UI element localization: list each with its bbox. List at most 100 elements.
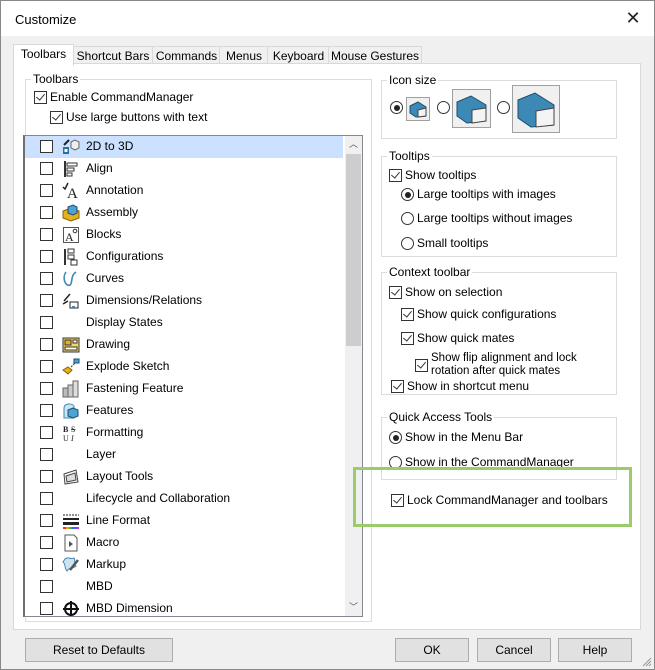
tab-toolbars[interactable]: Toolbars: [13, 44, 74, 66]
icon-size-medium-preview[interactable]: [452, 89, 491, 128]
svg-text:I: I: [70, 434, 74, 442]
toolbar-item-checkbox[interactable]: [40, 536, 53, 549]
toolbar-item-checkbox[interactable]: [40, 558, 53, 571]
toolbar-item-checkbox[interactable]: [40, 162, 53, 175]
toolbar-item-label: Display States: [86, 315, 163, 329]
scrollbar-thumb[interactable]: [346, 154, 361, 346]
toolbar-list-item[interactable]: Macro: [25, 532, 343, 554]
toolbar-item-checkbox[interactable]: [40, 514, 53, 527]
toolbar-list-item[interactable]: MBD: [25, 576, 343, 598]
enable-commandmanager-label: Enable CommandManager: [50, 90, 194, 104]
toolbar-item-checkbox[interactable]: [40, 492, 53, 505]
show-flip-alignment-checkbox[interactable]: [415, 359, 428, 372]
toolbar-item-label: Drawing: [86, 337, 131, 351]
toolbar-item-checkbox[interactable]: [40, 404, 53, 417]
cancel-button[interactable]: Cancel: [477, 638, 551, 662]
use-large-buttons-checkbox[interactable]: [50, 111, 63, 124]
toolbar-item-checkbox[interactable]: [40, 580, 53, 593]
show-tooltips-checkbox[interactable]: [389, 169, 402, 182]
svg-text:S: S: [71, 425, 75, 434]
toolbar-item-checkbox[interactable]: [40, 470, 53, 483]
toolbar-list-item[interactable]: Fastening Feature: [25, 378, 343, 400]
toolbar-list-item[interactable]: Line Format: [25, 510, 343, 532]
curves-icon: [62, 270, 80, 288]
toolbar-list-item[interactable]: Layout Tools: [25, 466, 343, 488]
large-tooltips-with-images-label: Large tooltips with images: [417, 187, 556, 201]
align-icon: [62, 160, 80, 178]
assembly-icon: [62, 204, 80, 222]
toolbar-list-item[interactable]: A Blocks: [25, 224, 343, 246]
fastening-feature-icon: [62, 380, 80, 398]
show-in-menu-bar-radio[interactable]: [389, 431, 402, 444]
reset-to-defaults-button[interactable]: Reset to Defaults: [25, 638, 173, 662]
toolbar-item-label: 2D to 3D: [86, 139, 134, 153]
ok-button[interactable]: OK: [395, 638, 469, 662]
close-button[interactable]: ✕: [622, 7, 644, 29]
help-button[interactable]: Help: [558, 638, 632, 662]
small-tooltips-radio[interactable]: [401, 237, 414, 250]
toolbar-list-item[interactable]: Lifecycle and Collaboration: [25, 488, 343, 510]
2d-to-3d-icon: [62, 138, 80, 156]
mbd-dimension-icon: [62, 600, 80, 616]
toolbar-item-checkbox[interactable]: [40, 316, 53, 329]
show-on-selection-label: Show on selection: [405, 285, 503, 299]
part-cube-icon: [409, 101, 427, 118]
toolbar-item-label: Configurations: [86, 249, 164, 263]
toolbar-item-checkbox[interactable]: [40, 360, 53, 373]
toolbar-list-item[interactable]: Features: [25, 400, 343, 422]
toolbar-item-checkbox[interactable]: [40, 140, 53, 153]
toolbar-list-item[interactable]: Dimensions/Relations: [25, 290, 343, 312]
toolbar-item-checkbox[interactable]: [40, 206, 53, 219]
explode-sketch-icon: [62, 358, 80, 376]
icon-size-small-radio[interactable]: [390, 101, 403, 114]
toolbar-item-checkbox[interactable]: [40, 602, 53, 615]
icon-size-small-preview[interactable]: [406, 97, 430, 121]
svg-text:U: U: [63, 434, 69, 442]
toolbar-item-label: Annotation: [86, 183, 144, 197]
show-on-selection-checkbox[interactable]: [389, 286, 402, 299]
toolbar-item-checkbox[interactable]: [40, 250, 53, 263]
icon-size-large-radio[interactable]: [497, 101, 510, 114]
toolbar-item-checkbox[interactable]: [40, 426, 53, 439]
toolbar-list-item[interactable]: Curves: [25, 268, 343, 290]
highlight-box: [353, 467, 632, 527]
toolbar-list-item[interactable]: Display States: [25, 312, 343, 334]
toolbar-list-item[interactable]: 2D to 3D: [25, 136, 343, 158]
toolbar-item-checkbox[interactable]: [40, 448, 53, 461]
toolbar-list-item[interactable]: Align: [25, 158, 343, 180]
toolbar-item-checkbox[interactable]: [40, 272, 53, 285]
toolbar-list-item[interactable]: Markup: [25, 554, 343, 576]
toolbar-list-item[interactable]: Assembly: [25, 202, 343, 224]
toolbar-list-item[interactable]: A Annotation: [25, 180, 343, 202]
toolbar-list-item[interactable]: B S U I Formatting: [25, 422, 343, 444]
show-quick-configurations-checkbox[interactable]: [401, 308, 414, 321]
customize-dialog: Customize ✕ Toolbars Shortcut Bars Comma…: [0, 0, 655, 670]
configurations-icon: [62, 248, 80, 266]
icon-size-large-preview[interactable]: [512, 85, 560, 133]
scroll-up-button[interactable]: ︿: [345, 136, 362, 153]
show-quick-mates-checkbox[interactable]: [401, 332, 414, 345]
icon-size-medium-radio[interactable]: [437, 101, 450, 114]
dialog-title: Customize: [15, 12, 77, 27]
show-in-shortcut-menu-label: Show in shortcut menu: [407, 379, 530, 393]
toolbar-item-label: Macro: [86, 535, 120, 549]
resize-grip-icon[interactable]: [642, 657, 652, 667]
list-scrollbar[interactable]: ︿ ﹀: [345, 136, 362, 616]
toolbar-item-checkbox[interactable]: [40, 184, 53, 197]
toolbar-item-checkbox[interactable]: [40, 382, 53, 395]
scroll-down-button[interactable]: ﹀: [345, 599, 362, 616]
toolbar-item-checkbox[interactable]: [40, 294, 53, 307]
toolbar-item-checkbox[interactable]: [40, 228, 53, 241]
show-in-shortcut-menu-checkbox[interactable]: [391, 380, 404, 393]
toolbar-item-checkbox[interactable]: [40, 338, 53, 351]
toolbar-list-item[interactable]: Layer: [25, 444, 343, 466]
toolbar-list-item[interactable]: MBD Dimension: [25, 598, 343, 616]
large-tooltips-without-images-radio[interactable]: [401, 212, 414, 225]
enable-commandmanager-checkbox[interactable]: [34, 91, 47, 104]
large-tooltips-with-images-radio[interactable]: [401, 188, 414, 201]
toolbar-list-item[interactable]: Explode Sketch: [25, 356, 343, 378]
toolbar-list-item[interactable]: Configurations: [25, 246, 343, 268]
features-icon: [62, 402, 80, 420]
toolbar-item-label: MBD: [86, 579, 113, 593]
toolbar-list-item[interactable]: Drawing: [25, 334, 343, 356]
